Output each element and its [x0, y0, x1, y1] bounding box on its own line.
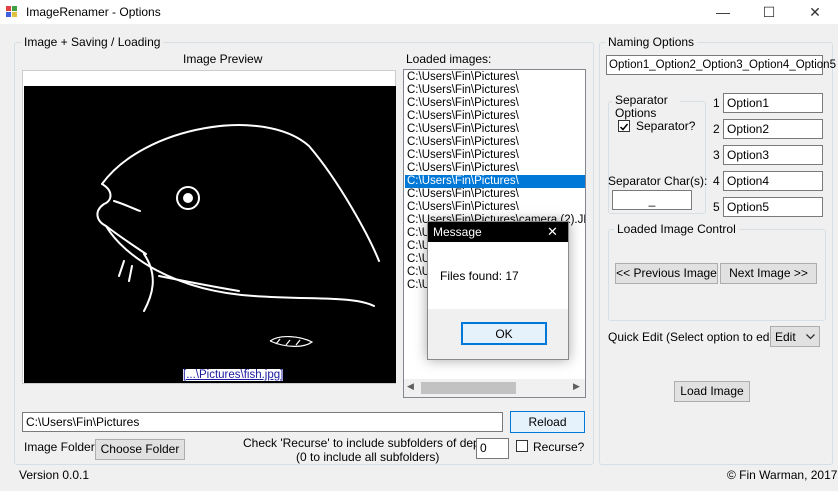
- dialog-ok-button[interactable]: OK: [461, 322, 547, 345]
- recurse-hint-line1: Check 'Recurse' to include subfolders of…: [243, 436, 494, 450]
- option-field-3[interactable]: Option3: [723, 145, 823, 165]
- list-item[interactable]: C:\Users\Fin\Pictures\: [405, 123, 585, 136]
- close-button[interactable]: ✕: [792, 0, 838, 24]
- dialog-message: Files found: 17: [440, 269, 519, 283]
- separator-options-title: Separator Options: [612, 94, 680, 120]
- dialog-footer: OK: [428, 309, 568, 359]
- quick-edit-label: Quick Edit (Select option to edit):: [608, 330, 783, 344]
- image-preview-frame: [...\Pictures\fish.jpg]: [22, 70, 396, 384]
- scroll-left-icon[interactable]: ◀: [407, 381, 414, 392]
- option-number-2: 2: [713, 122, 720, 136]
- option-field-1[interactable]: Option1: [723, 93, 823, 113]
- list-item[interactable]: C:\Users\Fin\Pictures\: [405, 175, 585, 188]
- app-icon: [6, 6, 17, 17]
- depth-input[interactable]: 0: [476, 438, 509, 459]
- image-folder-label: Image Folder: [24, 440, 95, 454]
- option-number-5: 5: [713, 200, 720, 214]
- naming-pattern-field[interactable]: Option1_Option2_Option3_Option4_Option5: [606, 55, 836, 75]
- dialog-body: Files found: 17: [428, 242, 568, 309]
- list-item[interactable]: C:\Users\Fin\Pictures\: [405, 84, 585, 97]
- maximize-icon: ☐: [762, 4, 776, 20]
- reload-button[interactable]: Reload: [510, 411, 585, 433]
- chevron-down-icon: [806, 334, 815, 340]
- scrollbar-thumb[interactable]: [421, 382, 516, 394]
- image-preview-label: Image Preview: [183, 52, 263, 66]
- list-item[interactable]: C:\Users\Fin\Pictures\: [405, 71, 585, 84]
- naming-options-title: Naming Options: [605, 35, 698, 49]
- title-bar: ImageRenamer - Options — ☐ ✕: [0, 0, 838, 24]
- scroll-right-icon[interactable]: ▶: [573, 381, 580, 392]
- message-dialog: Message ✕ Files found: 17 OK: [427, 221, 569, 360]
- maximize-button[interactable]: ☐: [746, 0, 792, 24]
- option-number-4: 4: [713, 174, 720, 188]
- loaded-images-label: Loaded images:: [406, 52, 492, 66]
- window-title: ImageRenamer - Options: [26, 5, 161, 19]
- preview-caption: [...\Pictures\fish.jpg]: [183, 369, 284, 381]
- dialog-title: Message: [433, 225, 482, 239]
- choose-folder-button[interactable]: Choose Folder: [95, 439, 185, 460]
- quick-edit-dropdown[interactable]: Edit: [770, 326, 820, 347]
- loaded-image-control-title: Loaded Image Control: [614, 222, 739, 236]
- minimize-button[interactable]: —: [700, 0, 746, 24]
- option-field-4[interactable]: Option4: [723, 171, 823, 191]
- next-image-button[interactable]: Next Image >>: [720, 263, 817, 284]
- horizontal-scrollbar[interactable]: ◀ ▶: [404, 379, 585, 397]
- separator-char-input[interactable]: _: [612, 190, 692, 210]
- load-image-button[interactable]: Load Image: [674, 381, 750, 402]
- minimize-icon: —: [716, 4, 730, 20]
- dialog-titlebar: Message ✕: [428, 222, 568, 242]
- version-label: Version 0.0.1: [19, 468, 90, 482]
- list-item[interactable]: C:\Users\Fin\Pictures\: [405, 162, 585, 175]
- separator-check-label: Separator?: [636, 119, 696, 133]
- folder-path-input[interactable]: C:\Users\Fin\Pictures: [22, 412, 503, 432]
- option-field-2[interactable]: Option2: [723, 119, 823, 139]
- list-item[interactable]: C:\Users\Fin\Pictures\: [405, 110, 585, 123]
- dialog-close-icon[interactable]: ✕: [547, 224, 558, 240]
- list-item[interactable]: C:\Users\Fin\Pictures\: [405, 201, 585, 214]
- recurse-label: Recurse?: [533, 440, 585, 454]
- checkmark-icon: [619, 123, 629, 131]
- previous-image-button[interactable]: << Previous Image: [615, 263, 718, 284]
- list-item[interactable]: C:\Users\Fin\Pictures\: [405, 149, 585, 162]
- list-item[interactable]: C:\Users\Fin\Pictures\: [405, 136, 585, 149]
- list-item[interactable]: C:\Users\Fin\Pictures\: [405, 188, 585, 201]
- separator-checkbox[interactable]: [618, 120, 630, 132]
- copyright-label: © Fin Warman, 2017: [727, 468, 838, 482]
- recurse-checkbox[interactable]: [516, 440, 528, 452]
- group-title-image-saving: Image + Saving / Loading: [21, 35, 164, 49]
- close-icon: ✕: [809, 4, 821, 20]
- list-item[interactable]: C:\Users\Fin\Pictures\: [405, 97, 585, 110]
- separator-char-label: Separator Char(s):: [608, 174, 708, 188]
- option-number-3: 3: [713, 148, 720, 162]
- quick-edit-value: Edit: [775, 330, 796, 344]
- fish-image: [24, 86, 396, 383]
- option-field-5[interactable]: Option5: [723, 197, 823, 217]
- recurse-hint-line2: (0 to include all subfolders): [296, 450, 440, 464]
- option-number-1: 1: [713, 96, 720, 110]
